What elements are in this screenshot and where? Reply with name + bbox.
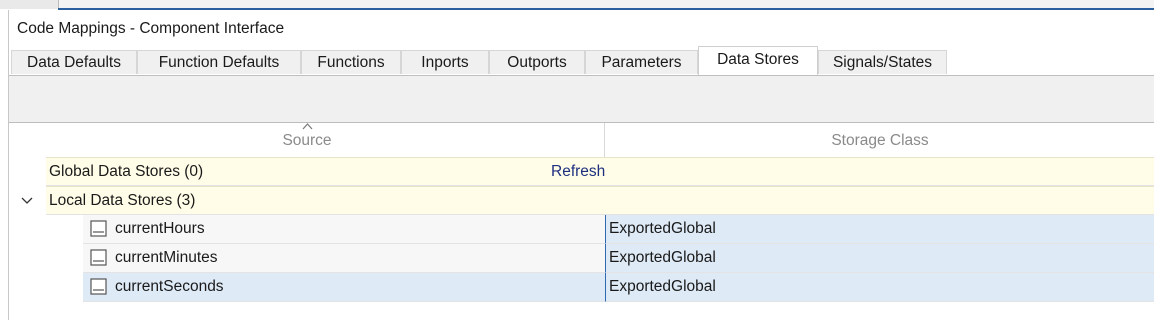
column-header-storage-class[interactable]: Storage Class — [605, 123, 1154, 157]
group-row-local[interactable]: Local Data Stores (3) — [46, 186, 1154, 215]
sort-ascending-icon — [302, 123, 313, 130]
tab-signals-states[interactable]: Signals/States — [818, 50, 947, 74]
row-source-name: currentHours — [115, 220, 205, 237]
data-store-icon — [90, 220, 107, 237]
chevron-down-icon[interactable] — [19, 193, 35, 209]
editor-top-strip — [0, 0, 1154, 10]
storage-class-cell[interactable]: ExportedGlobal — [605, 215, 1154, 244]
tab-bar: Data Defaults Function Defaults Function… — [9, 46, 1154, 76]
row-source-name: currentSeconds — [115, 278, 224, 295]
table-row-selected[interactable]: currentSeconds — [83, 273, 605, 302]
row-source-name: currentMinutes — [115, 249, 218, 266]
column-header-source[interactable]: Source — [9, 123, 605, 157]
tab-data-stores[interactable]: Data Stores — [698, 46, 818, 75]
group-row-global[interactable]: Global Data Stores (0) Refresh — [46, 157, 1154, 186]
storage-class-cell[interactable]: ExportedGlobal — [605, 244, 1154, 273]
editor-tab-stub[interactable] — [0, 0, 59, 9]
row-storage-class: ExportedGlobal — [609, 249, 716, 266]
panel-title: Code Mappings - Component Interface — [17, 20, 285, 37]
table-row[interactable]: currentMinutes — [83, 244, 605, 273]
code-mappings-panel: Code Mappings - Component Interface Data… — [8, 10, 1154, 320]
storage-class-cell[interactable]: ExportedGlobal — [605, 273, 1154, 302]
table-header: Source Storage Class — [9, 123, 1154, 157]
table-row[interactable]: currentHours — [83, 215, 605, 244]
data-store-icon — [90, 278, 107, 295]
tab-functions[interactable]: Functions — [301, 50, 401, 74]
refresh-link[interactable]: Refresh — [551, 158, 605, 186]
toolbar — [9, 76, 1154, 123]
tab-outports[interactable]: Outports — [489, 50, 585, 74]
group-label-local: Local Data Stores (3) — [49, 192, 196, 209]
tab-function-defaults[interactable]: Function Defaults — [137, 50, 301, 74]
tab-inports[interactable]: Inports — [401, 50, 489, 74]
tab-parameters[interactable]: Parameters — [585, 50, 698, 74]
data-store-icon — [90, 249, 107, 266]
column-header-source-label: Source — [282, 132, 332, 149]
column-divider[interactable] — [604, 123, 605, 157]
row-storage-class: ExportedGlobal — [609, 220, 716, 237]
row-storage-class: ExportedGlobal — [609, 278, 716, 295]
tab-data-defaults[interactable]: Data Defaults — [11, 50, 137, 74]
group-label-global: Global Data Stores (0) — [49, 163, 204, 180]
